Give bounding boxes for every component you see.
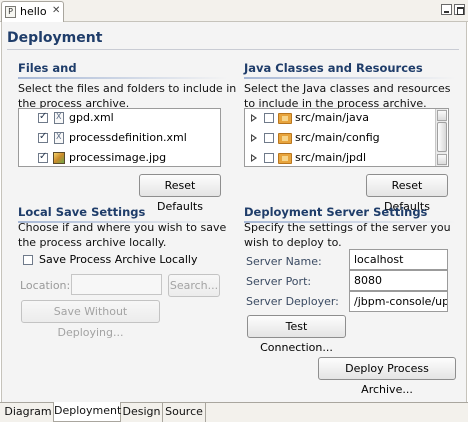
page-title: Deployment [7,30,103,46]
classes-section-underline [244,77,456,79]
classes-reset-defaults-button[interactable]: Reset Defaults [366,174,448,213]
editor-tab-hello[interactable]: P hello ✕ [1,1,64,22]
files-item-label: processdefinition.xml [69,131,187,144]
local-save-section-title: Local Save Settings [18,205,146,219]
tab-design[interactable]: Design [121,403,163,422]
minimize-button[interactable] [441,4,452,15]
local-save-description-2: the process archive locally. [18,236,167,249]
server-port-input[interactable]: 8080 [349,270,448,291]
tab-source[interactable]: Source [163,403,206,422]
server-port-label: Server Port: [246,275,312,288]
process-file-icon: P [5,6,16,18]
image-file-icon [53,152,65,164]
files-item-checkbox[interactable] [38,131,48,143]
files-tree-item-gpd[interactable]: gpd.xml [19,109,219,127]
server-name-label: Server Name: [246,255,322,268]
classes-tree-scrollbar[interactable] [435,109,447,166]
files-item-checkbox[interactable] [38,151,48,163]
files-section-description-1: Select the files and folders to include … [18,82,237,95]
files-reset-defaults-button[interactable]: Reset Defaults [139,174,221,213]
server-section-description-2: wish to deploy to. [244,236,342,249]
classes-section-title: Java Classes and Resources [244,61,423,75]
classes-item-label: src/main/config [295,131,380,144]
files-tree-item-processdefinition[interactable]: processdefinition.xml [19,129,219,147]
server-name-input[interactable]: localhost [349,249,448,270]
server-section-title: Deployment Server Settings [244,205,428,219]
tab-deployment[interactable]: Deployment [53,402,121,422]
classes-tree-item-jpdl[interactable]: src/main/jpdl [245,149,435,167]
title-separator [7,49,459,50]
deploy-process-archive-button[interactable]: Deploy Process Archive... [318,357,456,396]
files-item-label: processimage.jpg [69,151,167,164]
server-deployer-label: Server Deployer: [246,295,339,308]
scroll-down-arrow-icon[interactable] [437,154,447,165]
expand-arrow-icon[interactable] [251,134,257,142]
files-tree-item-processimage[interactable]: processimage.jpg [19,149,219,167]
server-section-description-1: Specify the settings of the server you [244,221,451,234]
tab-diagram[interactable]: Diagram [3,403,54,422]
classes-tree[interactable]: src/main/java src/main/config src/main/j… [244,108,449,167]
classes-item-checkbox[interactable] [264,133,274,143]
xml-file-icon [54,132,64,144]
scroll-thumb[interactable] [437,122,447,152]
package-folder-icon [278,153,292,164]
classes-item-label: src/main/java [295,111,370,124]
location-label: Location: [20,279,71,292]
local-save-description-1: Choose if and where you wish to save [18,221,227,234]
server-deployer-input[interactable]: /jbpm-console/uplo [349,291,448,312]
editor-tab-bar [0,0,468,22]
files-section-underline [18,77,228,79]
maximize-button[interactable] [454,4,465,15]
files-item-label: gpd.xml [69,111,114,124]
files-section-title: Files and [18,61,77,75]
package-folder-icon [278,113,292,124]
xml-file-icon [54,112,64,124]
page-tab-bar: Diagram Deployment Design Source [0,402,468,422]
editor-tab-label: hello [20,5,47,18]
classes-item-checkbox[interactable] [264,153,274,163]
test-connection-button[interactable]: Test Connection... [247,315,346,354]
save-without-deploying-button[interactable]: Save Without Deploying... [21,300,160,339]
location-input[interactable] [71,274,162,295]
save-locally-checkbox[interactable] [23,255,33,265]
close-icon[interactable]: ✕ [52,5,60,16]
expand-arrow-icon[interactable] [251,154,257,162]
expand-arrow-icon[interactable] [251,114,257,122]
files-item-checkbox[interactable] [38,111,48,123]
classes-section-description-1: Select the Java classes and resources [244,82,451,95]
classes-tree-item-config[interactable]: src/main/config [245,129,435,147]
save-locally-label: Save Process Archive Locally [39,253,198,266]
files-tree[interactable]: gpd.xml processdefinition.xml processima… [18,108,221,167]
search-button[interactable]: Search... [168,274,220,297]
package-folder-icon [278,133,292,144]
scroll-up-arrow-icon[interactable] [437,110,447,121]
classes-item-label: src/main/jpdl [295,151,367,164]
classes-tree-item-java[interactable]: src/main/java [245,109,435,127]
classes-item-checkbox[interactable] [264,113,274,123]
